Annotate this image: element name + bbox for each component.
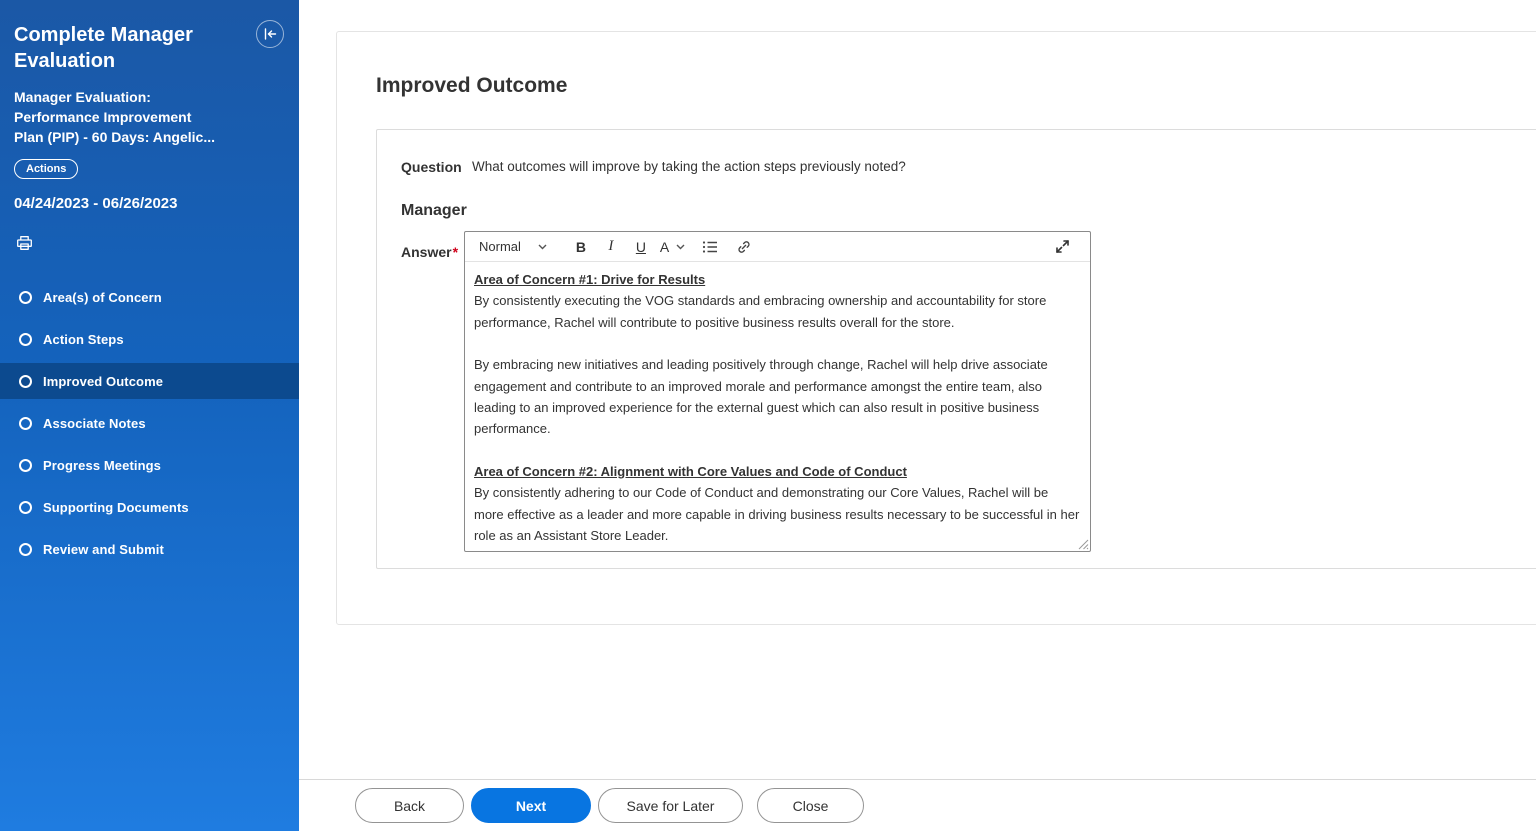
footer-bar: Back Next Save for Later Close [299,779,1536,831]
chevron-down-icon [538,244,547,250]
manager-heading: Manager [401,202,467,219]
step-circle-icon [19,542,32,556]
bold-button[interactable]: B [566,239,596,255]
question-label: Question [401,159,462,175]
sidebar-step-action-steps[interactable]: Action Steps [0,321,299,357]
rich-text-editor[interactable]: Normal B I U A Area of Concern #1: Drive… [464,231,1091,552]
editor-heading: Area of Concern #2: Alignment with Core … [474,463,907,479]
chevron-down-icon [676,244,685,250]
editor-paragraph: By embracing new initiatives and leading… [474,357,1048,437]
save-for-later-button[interactable]: Save for Later [598,788,743,823]
evaluation-subtitle: Manager Evaluation: Performance Improvem… [14,89,215,145]
back-button[interactable]: Back [355,788,464,823]
link-button[interactable] [736,239,752,255]
bullet-list-icon [702,240,718,254]
text-color-letter: A [659,238,670,255]
step-circle-icon [19,290,32,304]
step-circle-icon [19,458,32,472]
next-button[interactable]: Next [471,788,591,823]
required-asterisk: * [452,244,459,260]
step-circle-icon [19,500,32,514]
step-label: Review and Submit [43,541,164,557]
question-row: Question What outcomes will improve by t… [401,159,1517,175]
step-label: Supporting Documents [43,499,189,515]
editor-heading: Area of Concern #1: Drive for Results [474,272,706,287]
resize-handle-icon[interactable] [1078,539,1089,550]
step-label: Action Steps [43,331,124,347]
editor-content[interactable]: Area of Concern #1: Drive for Results By … [465,262,1090,551]
date-range: 04/24/2023 - 06/26/2023 [14,195,178,212]
printer-icon [16,235,33,251]
link-icon [736,239,752,255]
sidebar-step-progress-meetings[interactable]: Progress Meetings [0,447,299,483]
step-label: Area(s) of Concern [43,289,162,305]
text-color-dropdown[interactable]: A [660,239,685,255]
editor-paragraph: By consistently executing the VOG standa… [474,293,1047,330]
page-title: Improved Outcome [376,74,568,97]
sidebar-step-supporting-documents[interactable]: Supporting Documents [0,489,299,525]
sidebar-step-review-and-submit[interactable]: Review and Submit [0,531,299,567]
close-button[interactable]: Close [757,788,864,823]
step-circle-icon [19,374,32,388]
step-circle-icon [19,416,32,430]
answer-row: Answer* Normal B I U A Area of Concern #… [401,231,1517,552]
step-circle-icon [19,332,32,346]
sidebar-step-associate-notes[interactable]: Associate Notes [0,405,299,441]
sidebar-title: Complete Manager Evaluation [14,24,193,72]
collapse-left-icon [263,27,277,41]
sidebar-step-area-s-of-concern[interactable]: Area(s) of Concern [0,279,299,315]
paragraph-style-dropdown[interactable]: Normal [479,239,547,254]
step-label: Improved Outcome [43,373,164,389]
main-area: Improved Outcome Question What outcomes … [299,0,1536,831]
sidebar-step-improved-outcome[interactable]: Improved Outcome [0,363,299,399]
print-button[interactable] [12,231,37,255]
editor-toolbar: Normal B I U A [465,232,1090,262]
step-label: Progress Meetings [43,457,162,473]
sidebar-steps: Area(s) of Concern Action Steps Improved O… [0,279,299,567]
sidebar: Complete Manager Evaluation Manager Eval… [0,0,299,831]
paragraph-style-value: Normal [479,239,521,254]
content-card: Improved Outcome Question What outcomes … [336,31,1536,625]
expand-editor-button[interactable] [1056,240,1069,253]
question-text: What outcomes will improve by taking the… [472,159,906,174]
italic-button[interactable]: I [596,238,626,255]
answer-label-text: Answer [401,244,452,260]
bullet-list-button[interactable] [702,240,718,254]
editor-paragraph: By consistently adhering to our Code of … [474,485,1080,544]
actions-button[interactable]: Actions [14,159,79,179]
step-label: Associate Notes [43,415,146,431]
answer-label: Answer* [401,231,464,552]
question-panel: Question What outcomes will improve by t… [376,129,1536,569]
collapse-panel-button[interactable] [256,20,284,48]
underline-button[interactable]: U [626,239,656,255]
expand-icon [1056,240,1069,253]
